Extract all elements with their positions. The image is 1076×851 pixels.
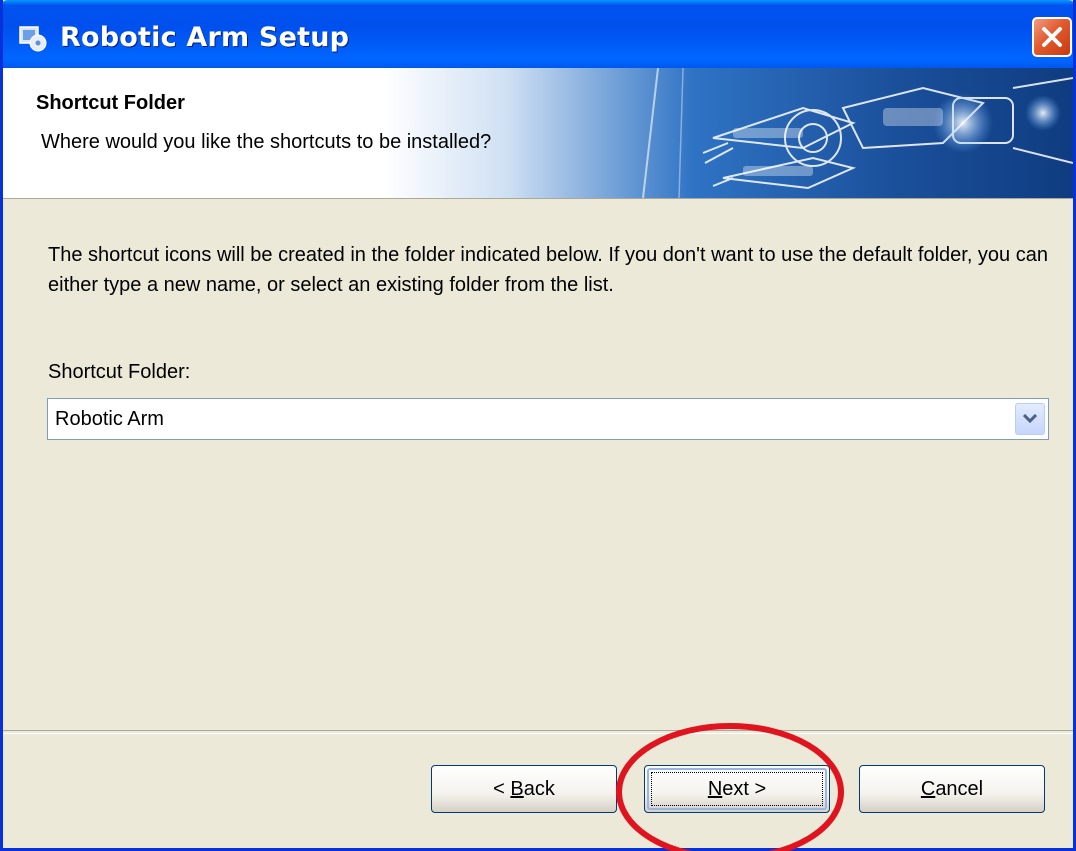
setup-icon bbox=[19, 26, 47, 52]
cancel-mnemonic: C bbox=[920, 778, 936, 800]
window-title: Robotic Arm Setup bbox=[60, 22, 350, 53]
page-subtitle: Where would you like the shortcuts to be… bbox=[41, 131, 492, 153]
dropdown-button[interactable] bbox=[1015, 403, 1045, 435]
page-title: Shortcut Folder bbox=[36, 92, 185, 114]
cancel-label-rest: ancel bbox=[935, 778, 984, 800]
chevron-down-icon bbox=[1023, 414, 1037, 424]
close-button[interactable] bbox=[1032, 17, 1072, 57]
back-prefix: < bbox=[493, 778, 511, 800]
cancel-button[interactable]: Cancel bbox=[859, 765, 1045, 813]
next-focus-ring bbox=[647, 768, 827, 810]
title-bar[interactable]: Robotic Arm Setup bbox=[3, 0, 1073, 68]
setup-dialog: Robotic Arm Setup Shortcut Folder Where … bbox=[0, 0, 1076, 851]
header-banner: Shortcut Folder Where would you like the… bbox=[3, 68, 1073, 199]
shortcut-folder-label: Shortcut Folder: bbox=[48, 361, 191, 383]
footer-separator bbox=[3, 730, 1073, 734]
back-button[interactable]: < Back bbox=[431, 765, 617, 813]
close-icon bbox=[1042, 27, 1062, 47]
instructions-text: The shortcut icons will be created in th… bbox=[48, 244, 1048, 296]
shortcut-folder-value[interactable]: Robotic Arm bbox=[55, 408, 164, 431]
back-label-rest: ack bbox=[523, 778, 555, 800]
next-button[interactable]: Next > bbox=[644, 765, 830, 813]
shortcut-folder-combobox[interactable]: Robotic Arm bbox=[47, 398, 1049, 440]
back-mnemonic: B bbox=[510, 778, 524, 800]
